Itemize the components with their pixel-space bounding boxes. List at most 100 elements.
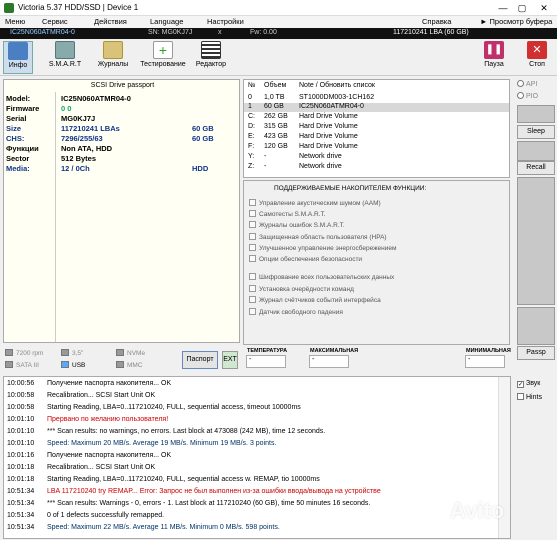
log-message: Speed: Maximum 20 MB/s. Average 19 MB/s.… (47, 440, 277, 447)
col-size: Объем (264, 82, 287, 89)
drive-number: D: (248, 123, 255, 130)
log-message: Recalibration... SCSI Start Unit OK (47, 464, 156, 471)
sleep-button[interactable]: Sleep (517, 125, 555, 139)
function-label: Журнал счётчиков событий интерфейса (259, 297, 381, 304)
drive-note: IC25N060ATMR04-0 (299, 103, 364, 110)
drive-row[interactable]: C: 262 GB Hard Drive Volume (244, 113, 509, 122)
tab-info[interactable]: Инфо (3, 41, 33, 74)
log-time: 10:00:58 (7, 392, 35, 399)
drive-size: - (264, 153, 267, 160)
passport-row: Функции Non ATA, HDD (6, 144, 238, 154)
log-message: Получение паспорта накопителя... OK (47, 452, 172, 459)
close-button[interactable]: ✕ (535, 0, 553, 16)
sata-swatch (5, 361, 13, 368)
function-item: Датчик свободного падения (249, 308, 343, 316)
status-lba: 117210241 LBA (60 GB) (393, 29, 469, 36)
log-message: *** Scan results: Warnings - 0, errors -… (47, 500, 371, 507)
drive-note: Hard Drive Volume (299, 123, 358, 130)
sound-check-mark: ✓ (517, 381, 524, 388)
drive-row[interactable]: Y: - Network drive (244, 153, 509, 162)
passport-row: Size 117210241 LBAs 60 GB (6, 124, 238, 134)
col-note[interactable]: Note / Обновить список (299, 82, 375, 89)
passport-key: Sector (6, 154, 30, 163)
passport-value: 512 Bytes (61, 154, 97, 163)
drive-number: E: (248, 133, 255, 140)
tab-editor-label: Редактор (195, 61, 227, 68)
menu-item-view-buffer[interactable]: ► Просмотр буфера (480, 17, 552, 26)
passport-value: 117210241 LBAs (61, 124, 120, 133)
tab-logs[interactable]: Журналы (95, 41, 131, 74)
recall-button[interactable]: Recall (517, 161, 555, 175)
function-label: Журналы ошибок S.M.A.R.T. (259, 222, 345, 229)
pause-button[interactable]: ❚❚ Пауза (480, 41, 508, 74)
tab-testing[interactable]: + Тестирование (138, 41, 188, 74)
tab-smart[interactable]: S.M.A.R.T (45, 41, 85, 74)
drive-size: - (264, 163, 267, 170)
function-checkbox (249, 233, 256, 240)
passport-value: IC25N060ATMR04-0 (61, 94, 131, 103)
menu-item-help[interactable]: Справка (422, 17, 451, 26)
menu-item-menu[interactable]: Меню (5, 17, 25, 26)
functions-header: ПОДДЕРЖИВАЕМЫЕ НАКОПИТЕЛЕМ ФУНКЦИИ: (274, 185, 427, 192)
drive-row[interactable]: D: 315 GB Hard Drive Volume (244, 123, 509, 132)
pause-label: Пауза (484, 61, 504, 68)
drive-row[interactable]: Z: - Network drive (244, 163, 509, 172)
hints-checkbox[interactable]: Hints (517, 393, 542, 401)
function-checkbox (249, 221, 256, 228)
stop-button[interactable]: ✕ Стоп (523, 41, 551, 74)
api-radio[interactable]: API (517, 80, 537, 88)
tab-editor[interactable]: Редактор (193, 41, 229, 74)
status-firmware: Fw: 0.00 (250, 29, 277, 36)
log-message: Speed: Maximum 22 MB/s. Average 11 MB/s.… (47, 524, 280, 531)
drive-size: 315 GB (264, 123, 288, 130)
drive-note: Network drive (299, 153, 342, 160)
menu-item-settings[interactable]: Настройки (207, 17, 244, 26)
menu-item-language[interactable]: Language (150, 17, 183, 26)
hints-label: Hints (526, 394, 542, 401)
col-number: № (248, 82, 256, 89)
function-label: Управление акустическим шумом (AAM) (259, 200, 381, 207)
drive-row[interactable]: F: 120 GB Hard Drive Volume (244, 143, 509, 152)
usb-label: USB (72, 362, 86, 369)
function-item: Установка очерёдности команд (249, 285, 354, 293)
passport-key: CHS: (6, 134, 25, 143)
maximize-button[interactable]: ▢ (513, 0, 531, 16)
log-time: 10:01:10 (7, 440, 35, 447)
minimize-button[interactable]: — (494, 0, 512, 16)
window-title: Victoria 5.37 HDD/SSD | Device 1 (18, 3, 139, 12)
rpm-label: 7200 rpm (16, 350, 44, 357)
passport-row: Model: IC25N060ATMR04-0 (6, 94, 238, 104)
sound-checkbox[interactable]: ✓ Звук (517, 380, 540, 388)
event-log[interactable]: 10:00:56 Получение паспорта накопителя...… (3, 376, 511, 539)
stop-icon: ✕ (527, 41, 547, 59)
passp-button[interactable]: Passp (517, 346, 555, 360)
smart-icon (55, 41, 75, 59)
function-item: Самотесты S.M.A.R.T. (249, 210, 326, 218)
ext-button[interactable]: EXT (222, 351, 238, 369)
drive-list-header: № Объем Note / Обновить список (244, 82, 509, 91)
title-bar: Victoria 5.37 HDD/SSD | Device 1 — ▢ ✕ (0, 0, 557, 16)
drive-row[interactable]: 0 1,0 TB ST1000DM003-1CH162 (244, 94, 509, 103)
log-time: 10:01:18 (7, 476, 35, 483)
log-time: 10:51:34 (7, 524, 35, 531)
drive-row-selected[interactable]: 1 60 GB IC25N060ATMR04-0 (244, 103, 509, 112)
function-label: Самотесты S.M.A.R.T. (259, 211, 326, 218)
drive-row[interactable]: E: 423 GB Hard Drive Volume (244, 133, 509, 142)
info-icon (8, 42, 28, 60)
log-time: 10:00:58 (7, 404, 35, 411)
log-message: Starting Reading, LBA=0..117210240, FULL… (47, 476, 320, 483)
menu-item-actions[interactable]: Действия (94, 17, 127, 26)
passport-row: CHS: 7296/255/63 60 GB (6, 134, 238, 144)
tab-logs-label: Журналы (97, 61, 129, 68)
temperature-panel: ТЕМПЕРАТУРА МАКСИМАЛЬНАЯ МИНИМАЛЬНАЯ - -… (243, 346, 511, 372)
menu-item-service[interactable]: Сервис (42, 17, 68, 26)
passport-button[interactable]: Паспорт (182, 351, 218, 369)
function-checkbox (249, 285, 256, 292)
nvme-label: NVMe (127, 350, 146, 357)
min-temperature-field: - (465, 355, 505, 368)
function-item: Управление акустическим шумом (AAM) (249, 199, 381, 207)
drive-note: Network drive (299, 163, 342, 170)
pio-radio[interactable]: PIO (517, 92, 538, 100)
status-indicator (517, 307, 555, 345)
function-item: Журналы ошибок S.M.A.R.T. (249, 221, 345, 229)
